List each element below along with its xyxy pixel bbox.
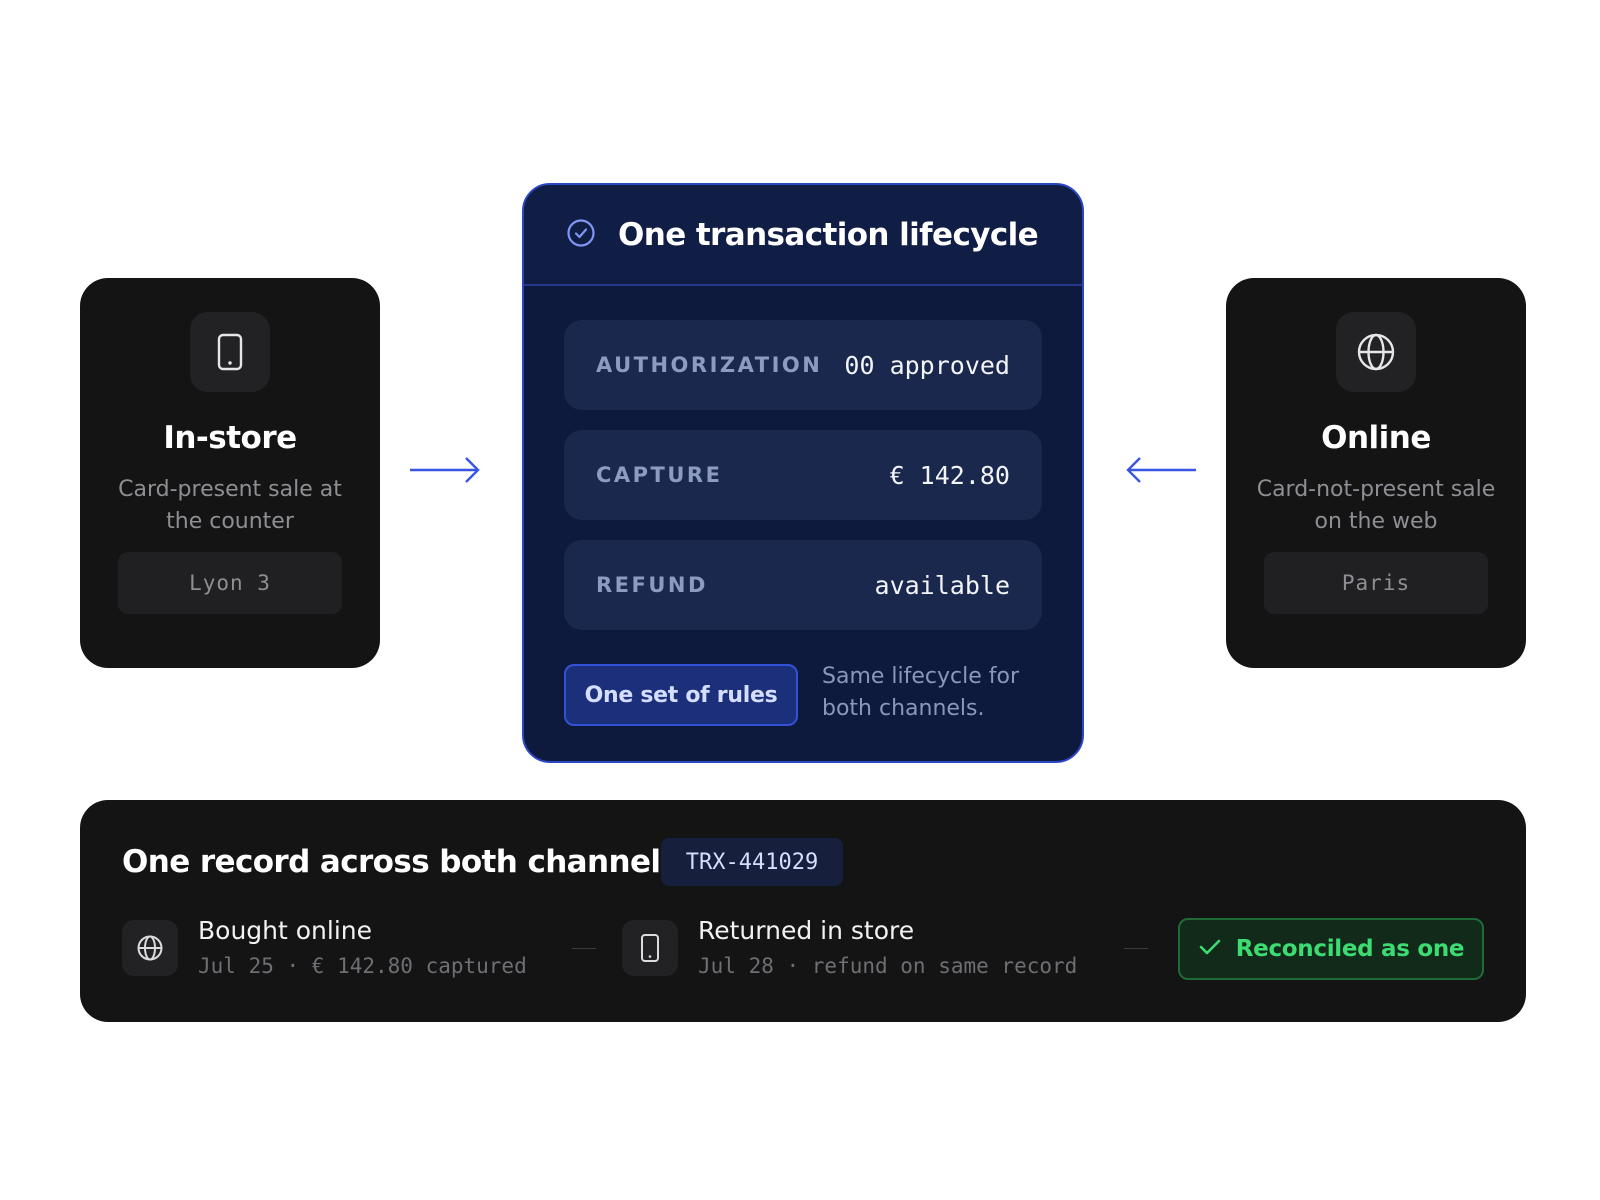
checkmark-icon (1198, 937, 1222, 961)
arrow-left-icon (1126, 457, 1196, 483)
event-detail: Jul 28 · refund on same record (698, 954, 1078, 978)
tablet-icon (622, 920, 678, 976)
event-detail: Jul 25 · € 142.80 captured (198, 954, 527, 978)
globe-icon (1336, 312, 1416, 392)
tablet-icon (190, 312, 270, 392)
check-circle-icon (566, 218, 596, 252)
rules-badge: One set of rules (564, 664, 798, 726)
transaction-id-badge: TRX-441029 (661, 838, 843, 886)
step-label: CAPTURE (596, 463, 723, 487)
connector-line (572, 948, 596, 949)
online-title: Online (1321, 420, 1431, 456)
step-label: AUTHORIZATION (596, 353, 823, 377)
lifecycle-header: One transaction lifecycle (524, 185, 1082, 286)
event-title: Returned in store (698, 916, 915, 945)
step-value: available (874, 570, 1010, 600)
step-refund: REFUND available (564, 540, 1042, 630)
in-store-card: In-store Card-present sale at the counte… (80, 278, 380, 668)
transaction-lifecycle-card: One transaction lifecycle AUTHORIZATION … (522, 183, 1084, 763)
rules-note: Same lifecycle for both channels. (822, 664, 1020, 721)
reconciled-status-badge: Reconciled as one (1178, 918, 1484, 980)
arrow-right-icon (410, 457, 480, 483)
event-title: Bought online (198, 916, 373, 945)
online-card: Online Card-not-present sale on the web … (1226, 278, 1526, 668)
reconciled-label: Reconciled as one (1235, 936, 1465, 962)
record-title: One record across both channels (122, 844, 679, 880)
online-description: Card-not-present sale on the web (1256, 477, 1496, 534)
in-store-location: Lyon 3 (118, 552, 342, 614)
step-value: 00 approved (844, 350, 1010, 380)
in-store-title: In-store (163, 420, 297, 456)
online-location: Paris (1264, 552, 1488, 614)
globe-icon (122, 920, 178, 976)
step-capture: CAPTURE € 142.80 (564, 430, 1042, 520)
step-authorization: AUTHORIZATION 00 approved (564, 320, 1042, 410)
connector-line (1124, 948, 1148, 949)
lifecycle-title: One transaction lifecycle (618, 216, 1039, 253)
in-store-description: Card-present sale at the counter (118, 477, 342, 534)
step-value: € 142.80 (889, 460, 1010, 490)
record-panel: One record across both channels TRX-4410… (80, 800, 1526, 1022)
step-label: REFUND (596, 573, 708, 597)
